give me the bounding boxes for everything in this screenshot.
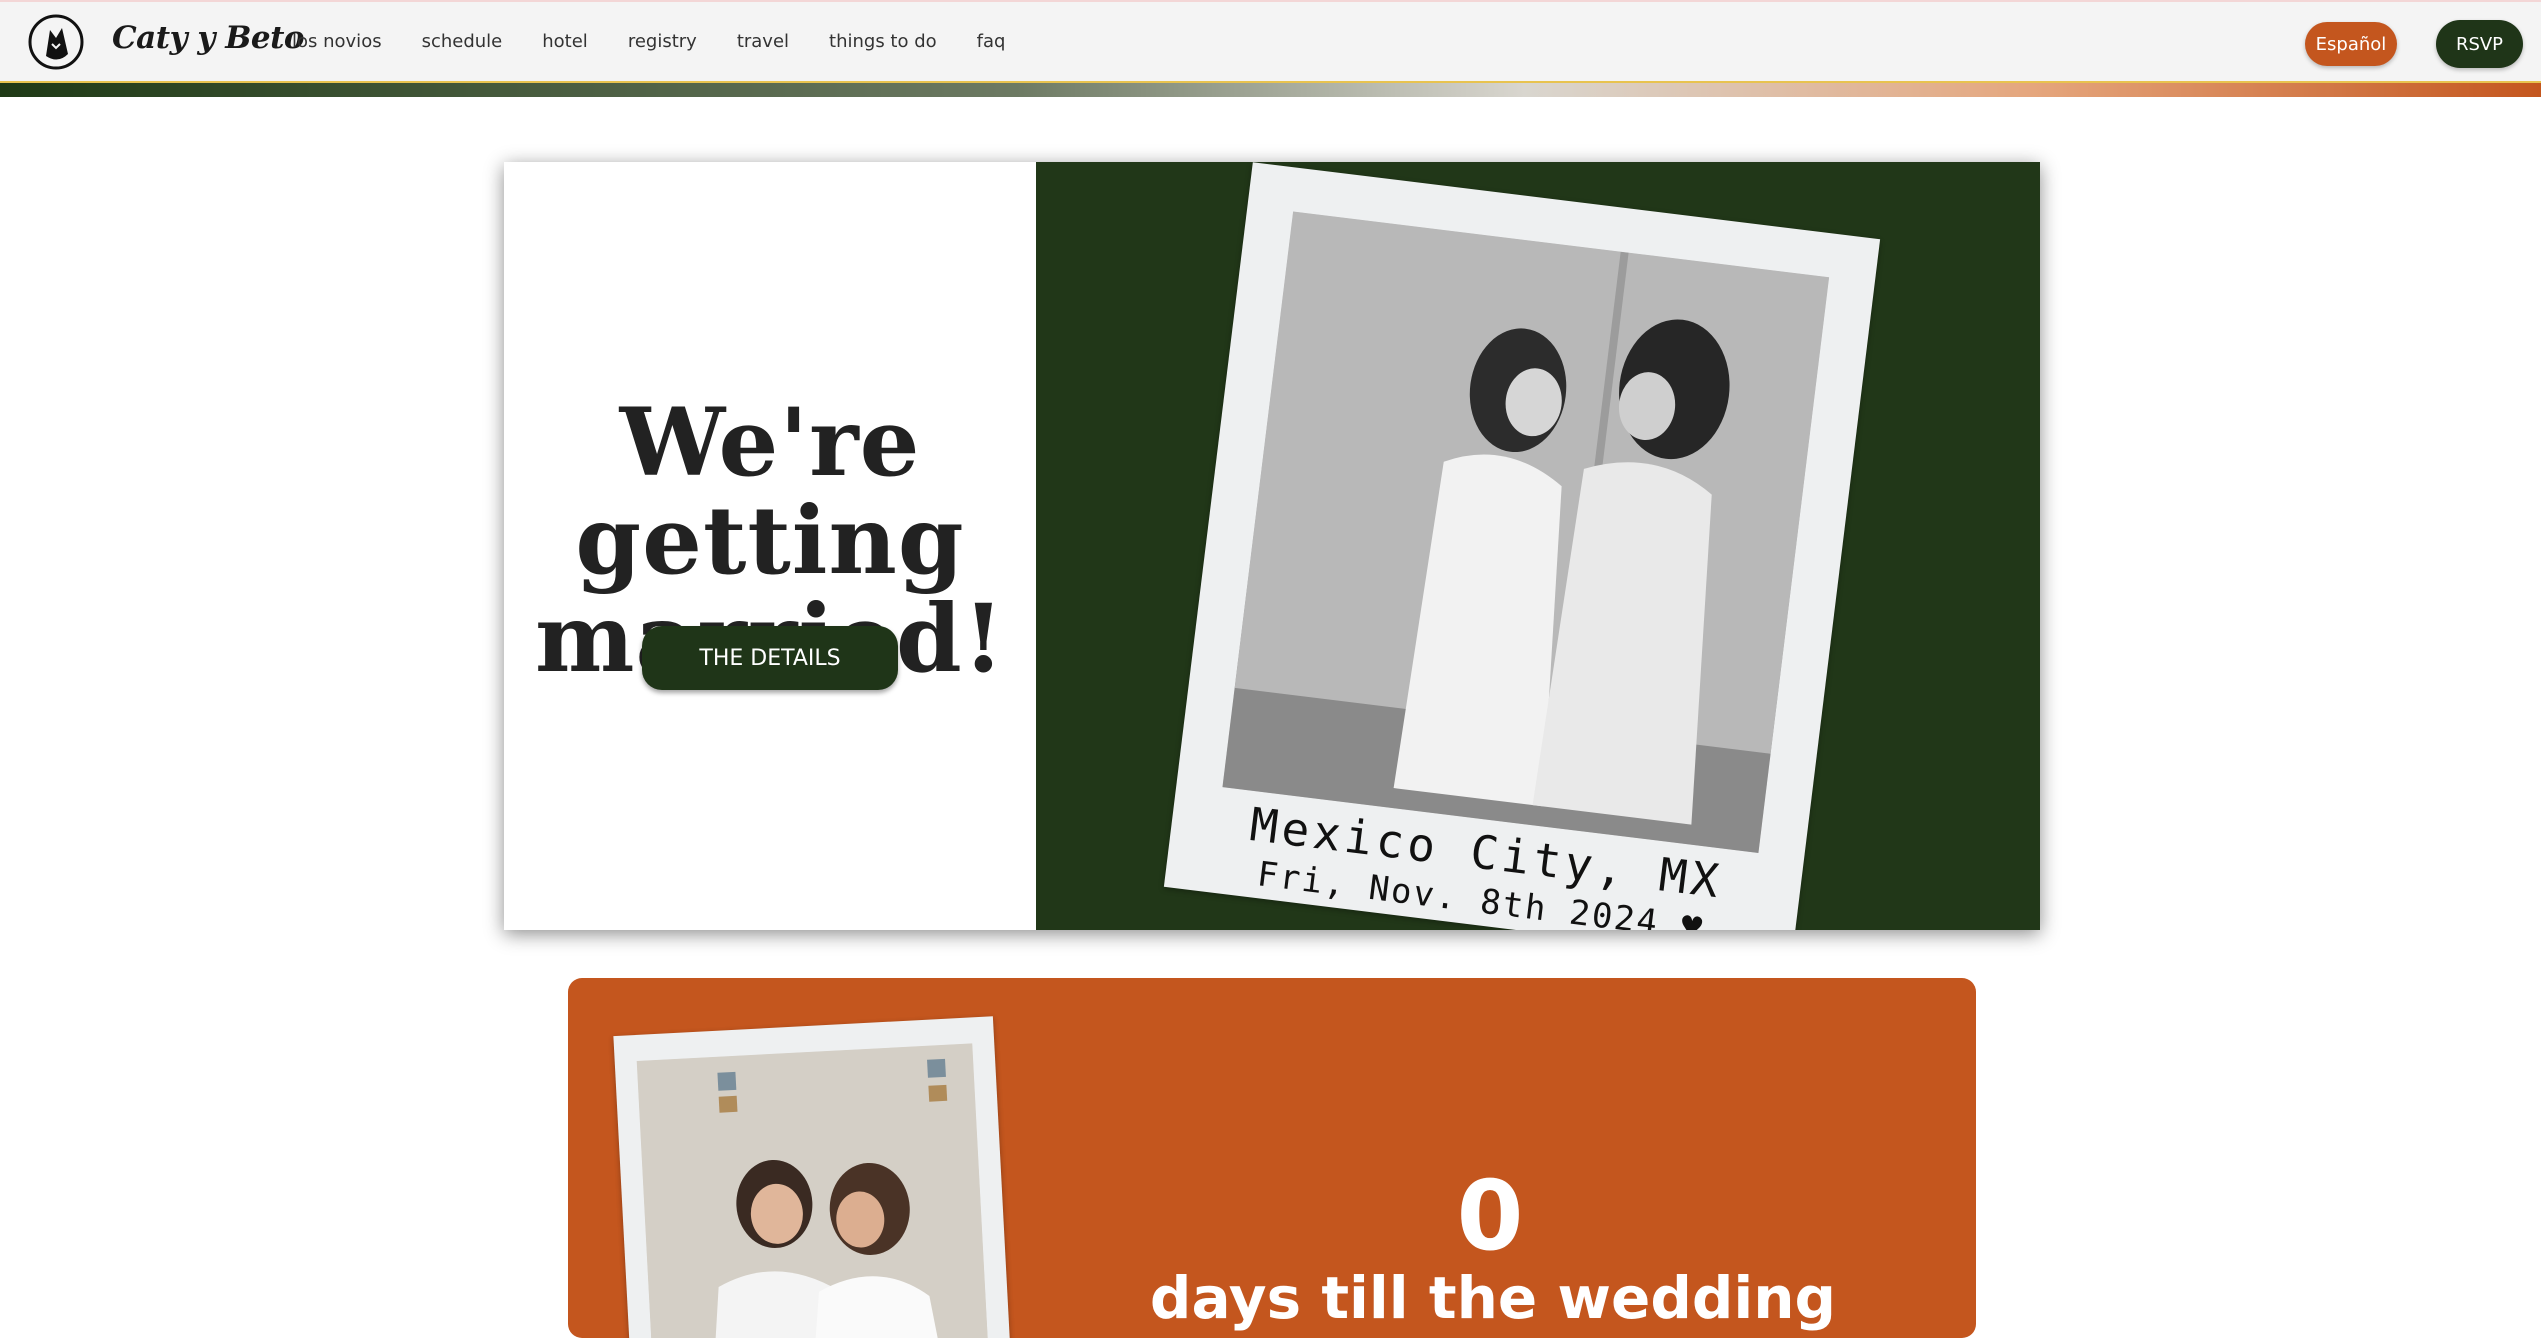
- nav-link-hotel[interactable]: hotel: [542, 31, 588, 52]
- nav-link-schedule[interactable]: schedule: [422, 31, 503, 52]
- hero-polaroid: Mexico City, MX Fri, Nov. 8th 2024 ♥: [1163, 162, 1881, 930]
- hero-text-panel: We're getting married! THE DETAILS: [504, 162, 1036, 930]
- wolf-logo-icon[interactable]: [28, 14, 84, 70]
- nav-link-registry[interactable]: registry: [628, 31, 697, 52]
- countdown-section: 0 days till the wedding: [568, 978, 1976, 1338]
- hero-title-line1: We're getting: [575, 388, 965, 596]
- countdown-polaroid: [613, 1016, 1011, 1338]
- nav-link-faq[interactable]: faq: [977, 31, 1006, 52]
- nav-link-los-novios[interactable]: los novios: [292, 31, 382, 52]
- countdown-label: days till the wedding: [1149, 1264, 1837, 1332]
- language-toggle-button[interactable]: Español: [2305, 22, 2397, 66]
- hero-photo-panel: Mexico City, MX Fri, Nov. 8th 2024 ♥: [1036, 162, 2040, 930]
- couple-photo-small: [636, 1043, 989, 1338]
- site-brand[interactable]: Caty y Beto: [112, 20, 305, 56]
- gradient-divider: [0, 81, 2541, 97]
- couple-photo: [1222, 211, 1830, 853]
- nav-links: los novios schedule hotel registry trave…: [292, 31, 1045, 52]
- hero-card: We're getting married! THE DETAILS Me: [504, 162, 2040, 930]
- rsvp-button[interactable]: RSVP: [2436, 20, 2523, 68]
- nav-link-travel[interactable]: travel: [737, 31, 789, 52]
- top-navbar: Caty y Beto los novios schedule hotel re…: [0, 0, 2541, 83]
- countdown-number: 0: [1456, 1160, 1524, 1272]
- nav-link-things-to-do[interactable]: things to do: [829, 31, 937, 52]
- details-button[interactable]: THE DETAILS: [642, 626, 898, 690]
